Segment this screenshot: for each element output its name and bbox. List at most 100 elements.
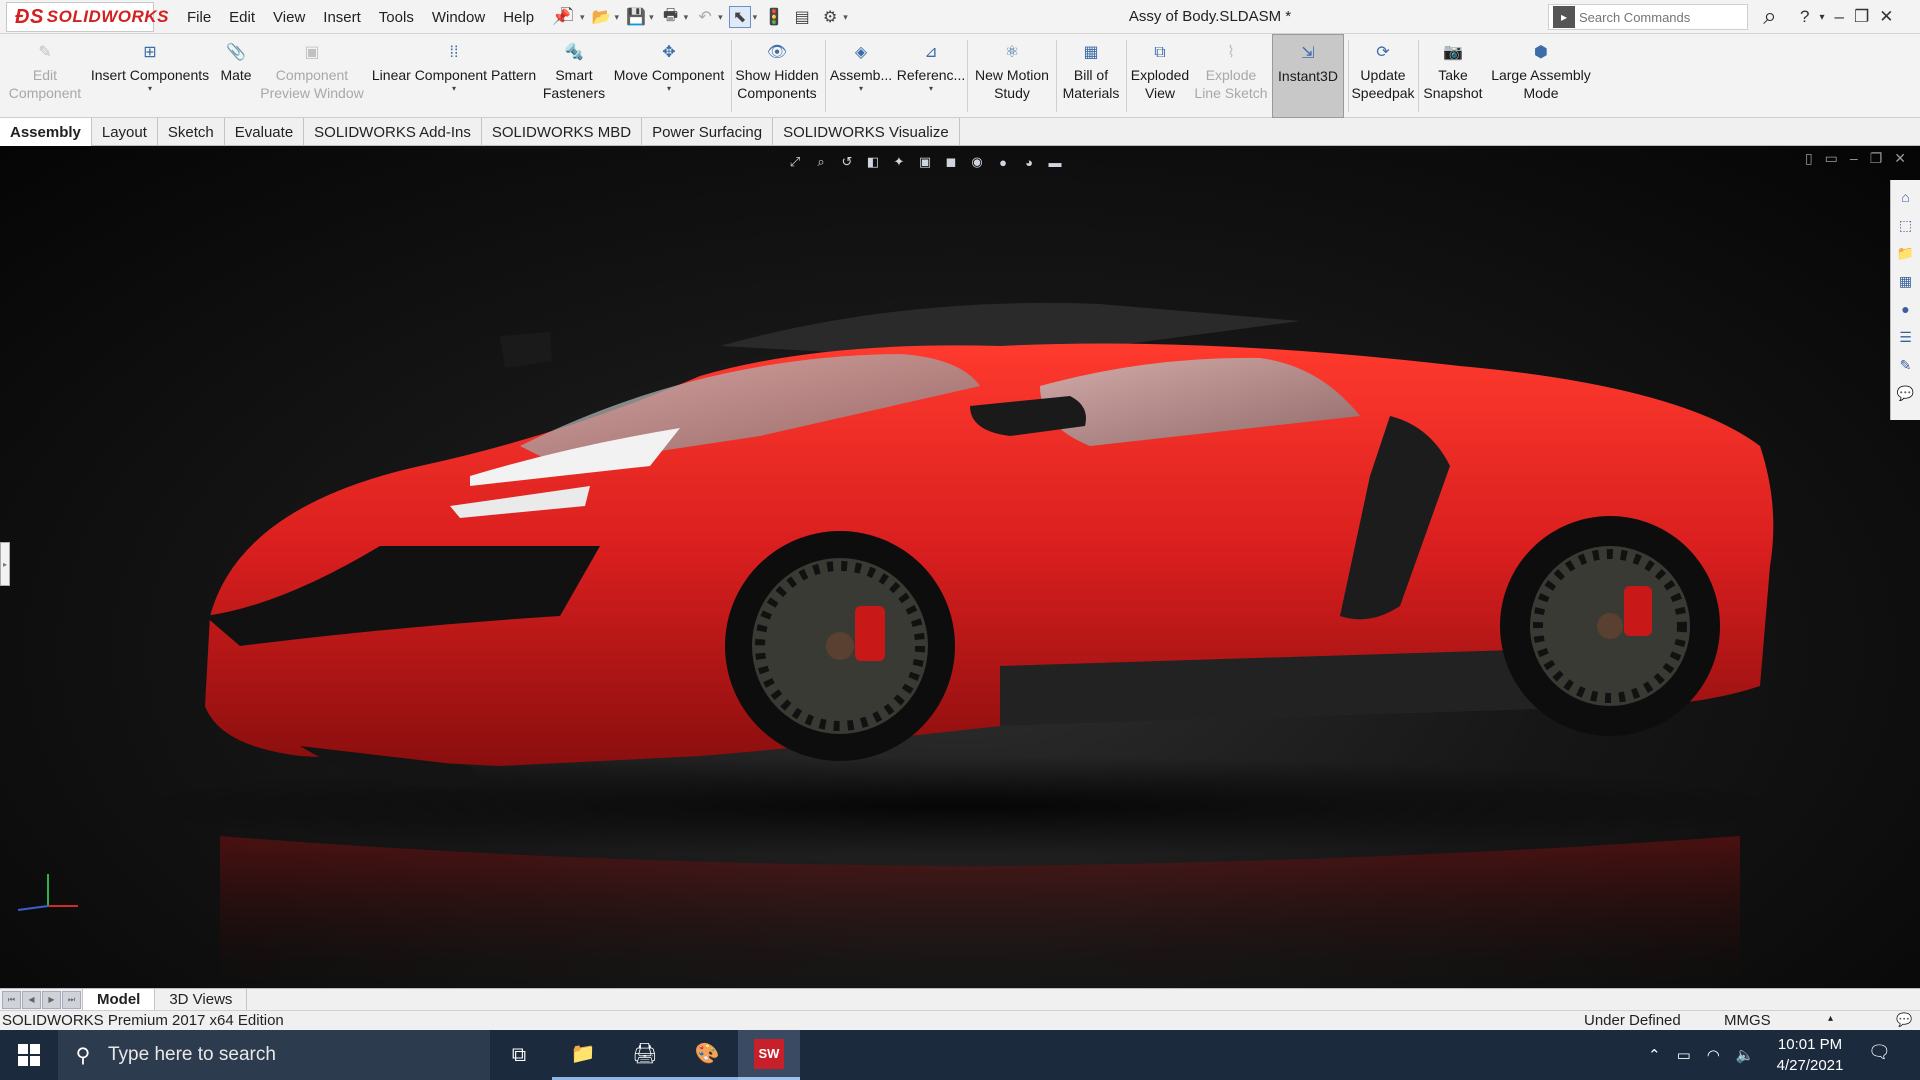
select-arrow-icon[interactable]: ⬉ [728, 6, 751, 28]
minimize-icon[interactable]: – [1835, 7, 1844, 27]
tab-solidworks-add-ins[interactable]: SOLIDWORKS Add-Ins [304, 118, 482, 146]
help-icon[interactable]: ? [1800, 7, 1809, 27]
tab-layout[interactable]: Layout [92, 118, 158, 146]
tab-sketch[interactable]: Sketch [158, 118, 225, 146]
previous-view-icon[interactable]: ↺ [837, 152, 857, 172]
viewport-close-icon[interactable]: ✕ [1894, 150, 1906, 167]
instant3d-button[interactable]: ⇲ Instant3D [1272, 34, 1344, 118]
start-button[interactable] [0, 1030, 58, 1080]
explode-line-sketch-button[interactable]: ⌇ Explode Line Sketch [1194, 34, 1268, 118]
solidworks-app-icon[interactable]: SW [738, 1030, 800, 1080]
notification-center-icon[interactable]: 🗨 [1868, 1042, 1891, 1063]
apply-scene-icon[interactable]: ◕ [1019, 152, 1039, 172]
feature-manager-expand-handle[interactable]: ▸ [0, 542, 10, 586]
appearances-icon[interactable]: ● [1895, 298, 1917, 320]
select-caret-icon[interactable]: ▾ [753, 12, 758, 23]
exploded-view-button[interactable]: ⧉ Exploded View [1128, 34, 1192, 118]
volume-icon[interactable]: 🔈 [1736, 1046, 1755, 1064]
tab-solidworks-mbd[interactable]: SOLIDWORKS MBD [482, 118, 643, 146]
rebuild-icon[interactable]: 🚦 [763, 6, 785, 28]
unit-system-caret-icon[interactable]: ▴ [1828, 1013, 1833, 1024]
search-commands-box[interactable]: ▸ [1548, 4, 1748, 30]
new-caret-icon[interactable]: ▾ [580, 12, 585, 23]
menu-tools[interactable]: Tools [370, 9, 423, 26]
bill-of-materials-button[interactable]: ▦ Bill of Materials [1058, 34, 1124, 118]
view-orientation-icon[interactable]: ▣ [915, 152, 935, 172]
solidworks-resources-icon[interactable]: ⌂ [1895, 186, 1917, 208]
new-motion-study-button[interactable]: ⚛ New Motion Study [970, 34, 1054, 118]
search-magnifier-icon[interactable]: ⌕ [1752, 2, 1788, 32]
smart-fasteners-button[interactable]: 🔩 Smart Fasteners [542, 34, 606, 118]
open-caret-icon[interactable]: ▾ [615, 12, 620, 23]
file-explorer-icon[interactable]: 📁 [1895, 242, 1917, 264]
tab-solidworks-visualize[interactable]: SOLIDWORKS Visualize [773, 118, 960, 146]
tab-power-surfacing[interactable]: Power Surfacing [642, 118, 774, 146]
viewport-split-icon[interactable]: ▭ [1825, 150, 1838, 167]
printer-app-icon[interactable]: 🖨 [614, 1030, 676, 1080]
menu-help[interactable]: Help [494, 9, 543, 26]
taskbar-search-box[interactable]: ⚲ Type here to search [58, 1030, 490, 1080]
menu-edit[interactable]: Edit [220, 9, 264, 26]
search-commands-input[interactable] [1579, 9, 1739, 25]
dynamic-annotation-icon[interactable]: ✦ [889, 152, 909, 172]
update-speedpak-button[interactable]: ⟳ Update Speedpak [1350, 34, 1416, 118]
move-component-button[interactable]: ✥ Move Component ▾ [608, 34, 730, 118]
zoom-to-fit-icon[interactable]: ⤢ [785, 152, 805, 172]
show-hidden-icons-icon[interactable]: ⌃ [1648, 1046, 1661, 1064]
large-assembly-mode-button[interactable]: ⬢ Large Assembly Mode [1488, 34, 1594, 118]
open-folder-icon[interactable]: 📂 [591, 6, 613, 28]
insert-components-caret-icon[interactable]: ▾ [148, 84, 152, 94]
options-gear-icon[interactable]: ⚙ [819, 6, 841, 28]
close-icon[interactable]: ✕ [1879, 7, 1893, 27]
help-caret-icon[interactable]: ▾ [1819, 12, 1824, 23]
customize-status-icon[interactable]: 💬 [1896, 1012, 1912, 1028]
insert-components-button[interactable]: ⊞ Insert Components ▾ [88, 34, 212, 118]
chat-icon[interactable]: 💬 [1895, 382, 1917, 404]
viewport-restore-icon[interactable]: ❐ [1870, 150, 1883, 167]
component-preview-window-button[interactable]: ▣ Component Preview Window [258, 34, 366, 118]
paint-app-icon[interactable]: 🎨 [676, 1030, 738, 1080]
custom-properties-icon[interactable]: ☰ [1895, 326, 1917, 348]
view-palette-icon[interactable]: ▦ [1895, 270, 1917, 292]
menu-insert[interactable]: Insert [314, 9, 370, 26]
prev-tab-icon[interactable]: ◀ [22, 990, 41, 1009]
solidworks-forum-icon[interactable]: ✎ [1895, 354, 1917, 376]
view-settings-icon[interactable]: ▬ [1045, 152, 1065, 172]
undo-icon[interactable]: ↶ [694, 6, 716, 28]
car-model[interactable] [0, 146, 1920, 988]
task-view-icon[interactable]: ⧉ [488, 1030, 550, 1080]
linear-component-pattern-button[interactable]: ⁞⁞ Linear Component Pattern ▾ [368, 34, 540, 118]
restore-icon[interactable]: ❐ [1854, 7, 1869, 27]
viewport-minimize-icon[interactable]: – [1850, 150, 1858, 167]
options-caret-icon[interactable]: ▾ [843, 12, 848, 23]
edit-appearance-icon[interactable]: ● [993, 152, 1013, 172]
save-caret-icon[interactable]: ▾ [649, 12, 654, 23]
search-type-icon[interactable]: ▸ [1553, 6, 1575, 28]
print-icon[interactable]: 🖶 [660, 6, 682, 28]
assembly-features-button[interactable]: ◈ Assemb... ▾ [828, 34, 894, 118]
edit-component-button[interactable]: ✎ Edit Component [6, 34, 84, 118]
section-view-icon[interactable]: ◧ [863, 152, 883, 172]
taskbar-clock[interactable]: 10:01 PM 4/27/2021 [1760, 1034, 1860, 1076]
show-hidden-components-button[interactable]: 👁 Show Hidden Components [734, 34, 820, 118]
menu-view[interactable]: View [264, 9, 314, 26]
assembly-features-caret-icon[interactable]: ▾ [859, 84, 863, 94]
new-document-icon[interactable]: 🗋 [556, 6, 578, 28]
unit-system[interactable]: MMGS [1724, 1012, 1771, 1029]
move-component-caret-icon[interactable]: ▾ [667, 84, 671, 94]
mate-button[interactable]: 📎 Mate [214, 34, 258, 118]
zoom-to-area-icon[interactable]: ⌕ [811, 152, 831, 172]
tab-evaluate[interactable]: Evaluate [225, 118, 305, 146]
reference-geometry-caret-icon[interactable]: ▾ [929, 84, 933, 94]
take-snapshot-button[interactable]: 📷 Take Snapshot [1420, 34, 1486, 118]
design-library-icon[interactable]: ⬚ [1895, 214, 1917, 236]
last-tab-icon[interactable]: ⏭ [62, 990, 81, 1009]
next-tab-icon[interactable]: ▶ [42, 990, 61, 1009]
battery-icon[interactable]: ▭ [1677, 1046, 1691, 1064]
hide-show-items-icon[interactable]: ◉ [967, 152, 987, 172]
file-explorer-app-icon[interactable]: 📁 [552, 1030, 614, 1080]
menu-file[interactable]: File [178, 9, 220, 26]
first-tab-icon[interactable]: ⏮ [2, 990, 21, 1009]
display-style-icon[interactable]: ◼ [941, 152, 961, 172]
linear-pattern-caret-icon[interactable]: ▾ [452, 84, 456, 94]
